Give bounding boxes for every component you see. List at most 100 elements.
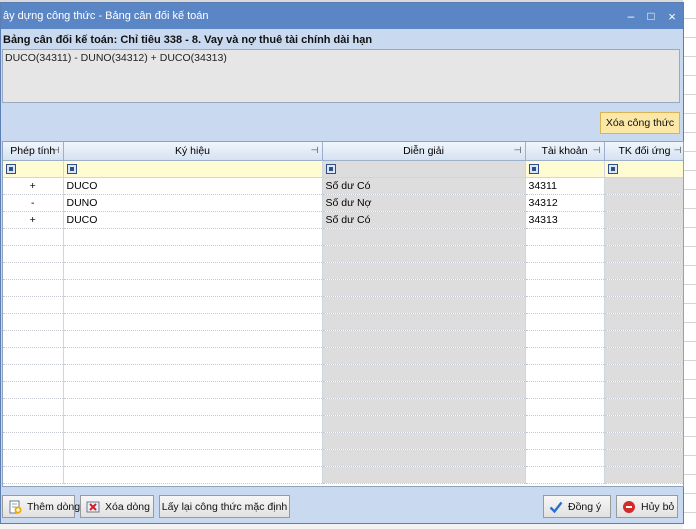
empty-cell — [63, 296, 323, 314]
account-cell[interactable]: 34313 — [525, 211, 605, 229]
column-header-label: Ký hiệu — [174, 144, 211, 157]
empty-cell — [525, 415, 605, 433]
check-icon — [549, 500, 563, 514]
empty-cell — [322, 262, 526, 280]
symbol-cell[interactable]: DUNO — [63, 194, 323, 212]
empty-cell — [604, 313, 683, 331]
empty-row — [3, 381, 683, 399]
operator-cell[interactable]: - — [3, 194, 64, 212]
empty-row — [3, 415, 683, 433]
empty-cell — [322, 279, 526, 297]
empty-row — [3, 330, 683, 348]
empty-cell — [3, 347, 64, 365]
empty-cell — [322, 347, 526, 365]
column-header-symbol[interactable]: Ký hiệu ⊣ — [63, 142, 323, 161]
empty-cell — [63, 381, 323, 399]
add-row-button[interactable]: Thêm dòng — [2, 495, 80, 518]
empty-cell — [322, 432, 526, 450]
minimize-button[interactable]: – — [621, 6, 641, 26]
filter-cell[interactable] — [604, 160, 683, 178]
empty-cell — [525, 449, 605, 467]
close-button[interactable]: × — [661, 6, 683, 26]
empty-row — [3, 296, 683, 314]
filter-icon[interactable] — [607, 163, 618, 174]
empty-cell — [604, 347, 683, 365]
empty-row — [3, 347, 683, 365]
pin-icon[interactable]: ⊣ — [674, 145, 682, 156]
empty-cell — [322, 228, 526, 246]
empty-row — [3, 364, 683, 382]
filter-cell[interactable] — [63, 160, 323, 178]
table-row[interactable]: + DUCO Số dư Có 34311 — [3, 177, 683, 195]
empty-cell — [525, 296, 605, 314]
pin-icon[interactable]: ⊣ — [52, 145, 60, 156]
pin-icon[interactable]: ⊣ — [514, 145, 522, 156]
empty-cell — [322, 466, 526, 484]
cancel-label: Hủy bỏ — [641, 500, 675, 513]
empty-cell — [63, 364, 323, 382]
empty-cell — [63, 432, 323, 450]
empty-rows — [3, 228, 683, 484]
formula-builder-dialog: ây dựng công thức - Bảng cân đối kế toán… — [0, 2, 684, 524]
empty-cell — [525, 347, 605, 365]
delete-row-button[interactable]: Xóa dòng — [80, 495, 154, 518]
ok-label: Đồng ý — [568, 500, 602, 513]
filter-icon[interactable] — [6, 163, 16, 174]
empty-cell — [525, 313, 605, 331]
empty-cell — [525, 466, 605, 484]
filter-icon[interactable] — [528, 163, 539, 174]
empty-row — [3, 449, 683, 467]
empty-cell — [63, 398, 323, 416]
filter-icon[interactable] — [66, 163, 77, 174]
empty-row — [3, 262, 683, 280]
empty-cell — [63, 415, 323, 433]
maximize-button[interactable]: □ — [641, 6, 661, 26]
filter-cell[interactable] — [3, 160, 64, 178]
empty-cell — [525, 228, 605, 246]
filter-cell[interactable] — [525, 160, 605, 178]
description-cell: Số dư Có — [322, 177, 526, 195]
operator-cell[interactable]: + — [3, 177, 64, 195]
clear-row: Xóa công thức — [1, 103, 683, 139]
empty-cell — [604, 449, 683, 467]
reset-formula-button[interactable]: Lấy lại công thức mặc định — [159, 495, 290, 518]
column-header-counter-account[interactable]: TK đối ứng ⊣ — [604, 142, 683, 161]
formula-heading: Bảng cân đối kế toán: Chỉ tiêu 338 - 8. … — [3, 34, 373, 46]
empty-cell — [3, 245, 64, 263]
empty-cell — [322, 381, 526, 399]
empty-cell — [525, 330, 605, 348]
empty-cell — [604, 296, 683, 314]
pin-icon[interactable]: ⊣ — [311, 145, 319, 156]
formula-grid[interactable]: Phép tính ⊣ Ký hiệu ⊣ Diễn giải ⊣ Tài khoản… — [2, 141, 684, 487]
title-bar[interactable]: ây dựng công thức - Bảng cân đối kế toán… — [1, 3, 683, 29]
empty-row — [3, 313, 683, 331]
empty-cell — [63, 279, 323, 297]
empty-cell — [3, 364, 64, 382]
empty-cell — [3, 330, 64, 348]
counter-account-cell — [604, 194, 683, 212]
table-row[interactable]: + DUCO Số dư Có 34313 — [3, 211, 683, 229]
column-header-operator[interactable]: Phép tính ⊣ — [3, 142, 64, 161]
empty-cell — [3, 262, 64, 280]
empty-row — [3, 279, 683, 297]
add-row-label: Thêm dòng — [27, 500, 81, 513]
empty-cell — [63, 466, 323, 484]
column-header-description[interactable]: Diễn giải ⊣ — [322, 142, 526, 161]
operator-cell[interactable]: + — [3, 211, 64, 229]
formula-textbox[interactable]: DUCO(34311) - DUNO(34312) + DUCO(34313) — [2, 49, 680, 103]
table-row[interactable]: - DUNO Số dư Nợ 34312 — [3, 194, 683, 212]
ok-button[interactable]: Đồng ý — [543, 495, 611, 518]
column-header-account[interactable]: Tài khoản ⊣ — [525, 142, 605, 161]
add-row-icon — [8, 500, 22, 514]
filter-icon[interactable] — [325, 163, 336, 174]
cancel-button[interactable]: Hủy bỏ — [616, 495, 678, 518]
empty-cell — [3, 381, 64, 399]
account-cell[interactable]: 34312 — [525, 194, 605, 212]
empty-cell — [525, 245, 605, 263]
filter-cell[interactable] — [322, 160, 526, 178]
clear-formula-button[interactable]: Xóa công thức — [600, 112, 680, 134]
symbol-cell[interactable]: DUCO — [63, 211, 323, 229]
account-cell[interactable]: 34311 — [525, 177, 605, 195]
symbol-cell[interactable]: DUCO — [63, 177, 323, 195]
pin-icon[interactable]: ⊣ — [593, 145, 601, 156]
